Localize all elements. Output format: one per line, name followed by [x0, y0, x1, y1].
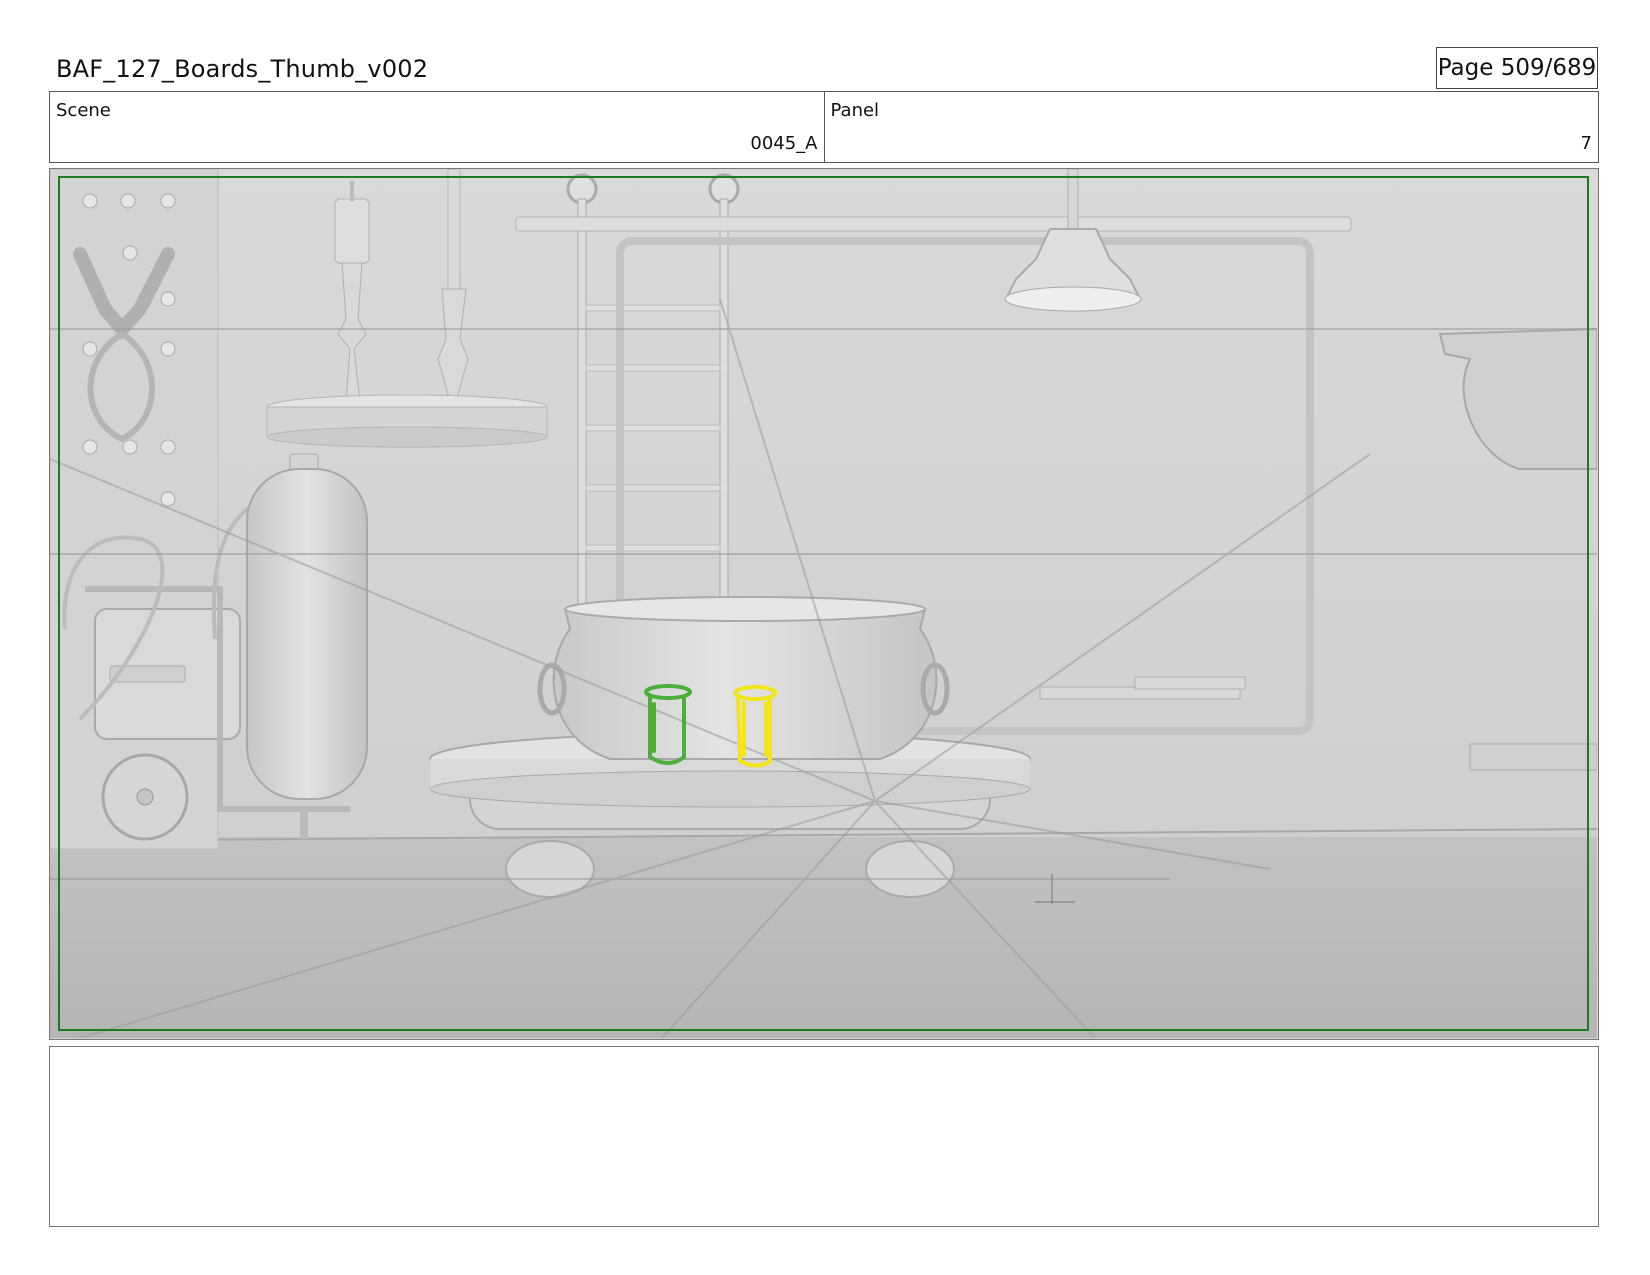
- scene-value: 0045_A: [750, 133, 818, 154]
- panel-value: 7: [1580, 133, 1592, 154]
- info-row: Scene 0045_A Panel 7: [49, 91, 1599, 163]
- notes-box: [49, 1046, 1599, 1227]
- page-number: Page 509/689: [1436, 47, 1598, 89]
- document-title: BAF_127_Boards_Thumb_v002: [56, 55, 429, 83]
- riveted-pillar: [50, 169, 219, 850]
- floor: [50, 837, 1597, 1038]
- scene-cell: Scene 0045_A: [50, 92, 824, 162]
- panel-cell: Panel 7: [823, 92, 1599, 162]
- storyboard-frame: [49, 168, 1599, 1040]
- ceiling-rail: [515, 216, 1352, 232]
- storyboard-frame-image: [50, 169, 1597, 1038]
- panel-label: Panel: [830, 100, 880, 121]
- scene-label: Scene: [56, 100, 111, 121]
